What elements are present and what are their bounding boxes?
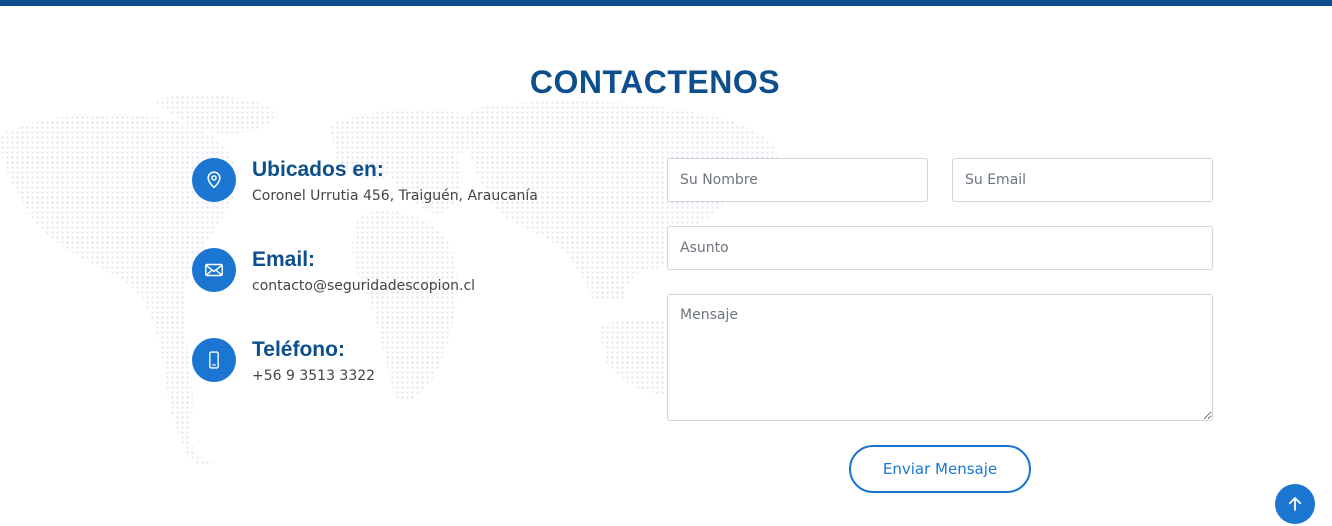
header-bottom-edge bbox=[0, 0, 1332, 6]
contact-email: Email: contacto@seguridadescopion.cl bbox=[192, 248, 612, 308]
send-message-button[interactable]: Enviar Mensaje bbox=[849, 445, 1031, 493]
email-label: Email: bbox=[252, 248, 316, 271]
message-textarea[interactable] bbox=[667, 294, 1213, 421]
email-input[interactable] bbox=[952, 158, 1213, 202]
subject-input[interactable] bbox=[667, 226, 1213, 270]
mobile-phone-icon bbox=[192, 338, 236, 382]
contact-phone: Teléfono: +56 9 3513 3322 bbox=[192, 338, 612, 398]
email-value: contacto@seguridadescopion.cl bbox=[252, 278, 476, 294]
contact-address: Ubicados en: Coronel Urrutia 456, Traigu… bbox=[192, 158, 612, 218]
phone-label: Teléfono: bbox=[252, 338, 345, 361]
phone-value: +56 9 3513 3322 bbox=[252, 368, 376, 384]
address-value: Coronel Urrutia 456, Traiguén, Araucanía bbox=[252, 188, 538, 204]
envelope-icon bbox=[192, 248, 236, 292]
address-label: Ubicados en: bbox=[252, 158, 384, 181]
name-input[interactable] bbox=[667, 158, 928, 202]
arrow-up-icon bbox=[1286, 495, 1304, 513]
location-pin-icon bbox=[192, 158, 236, 202]
back-to-top-button[interactable] bbox=[1275, 484, 1315, 524]
section-title: CONTACTENOS bbox=[529, 64, 781, 100]
